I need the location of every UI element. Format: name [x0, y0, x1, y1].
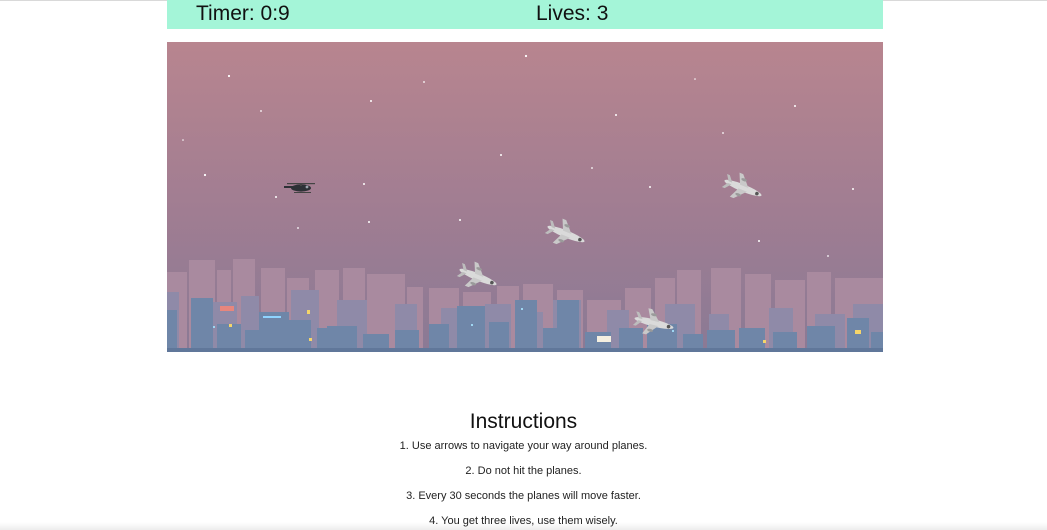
game-canvas[interactable] — [167, 42, 883, 352]
game-scene — [167, 42, 883, 352]
bottom-shadow — [0, 522, 1047, 530]
instruction-step: 3. Every 30 seconds the planes will move… — [406, 490, 641, 502]
instruction-step: 1. Use arrows to navigate your way aroun… — [399, 440, 648, 452]
ground-strip — [167, 348, 883, 352]
timer-display: Timer: 0:9 — [196, 2, 290, 25]
instructions-title: Instructions — [469, 410, 578, 433]
instructions-section: Instructions 1. Use arrows to navigate y… — [0, 408, 1047, 528]
instruction-step: 2. Do not hit the planes. — [465, 465, 582, 477]
game-status-bar: Timer: 0:9 Lives: 3 — [167, 0, 883, 29]
lives-display: Lives: 3 — [536, 2, 609, 25]
instructions-list: 1. Use arrows to navigate your way aroun… — [0, 440, 1047, 528]
